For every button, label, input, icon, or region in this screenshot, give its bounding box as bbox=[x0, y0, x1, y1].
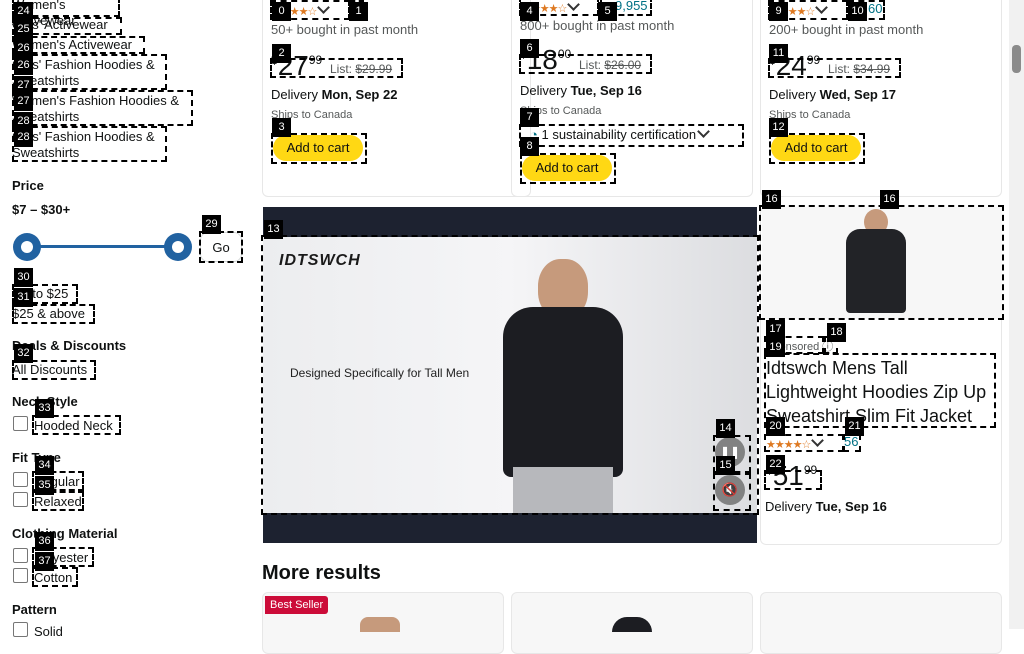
overlay-label: 29 bbox=[202, 215, 221, 234]
vertical-scrollbar[interactable] bbox=[1009, 0, 1024, 629]
overlay-label: 0 bbox=[272, 2, 291, 21]
checkbox-cotton[interactable] bbox=[13, 568, 28, 583]
overlay-label: 14 bbox=[716, 419, 735, 438]
delivery-info: Delivery Tue, Sep 16 bbox=[520, 83, 642, 98]
overlay-box bbox=[759, 205, 1004, 320]
best-seller-badge: Best Seller bbox=[265, 596, 329, 614]
delivery-info: Delivery Tue, Sep 16 bbox=[765, 499, 887, 514]
overlay-label: 26 bbox=[14, 56, 33, 75]
overlay-label: 36 bbox=[35, 532, 54, 551]
overlay-label: 32 bbox=[14, 344, 33, 363]
overlay-label: 37 bbox=[35, 552, 54, 571]
overlay-label: 10 bbox=[848, 2, 867, 21]
slider-min-handle[interactable] bbox=[13, 233, 41, 261]
overlay-label: 27 bbox=[14, 92, 33, 111]
slider-max-handle[interactable] bbox=[164, 233, 192, 261]
overlay-label: 7 bbox=[520, 108, 539, 127]
overlay-label: 13 bbox=[264, 220, 283, 239]
overlay-box bbox=[12, 126, 167, 162]
delivery-info: Delivery Wed, Sep 17 bbox=[769, 87, 896, 102]
more-results-heading: More results bbox=[262, 562, 381, 584]
overlay-label: 31 bbox=[14, 288, 33, 307]
overlay-label: 19 bbox=[766, 338, 785, 357]
overlay-box bbox=[520, 153, 616, 184]
checkbox-solid[interactable] bbox=[13, 622, 28, 637]
overlay-label: 9 bbox=[769, 2, 788, 21]
overlay-box bbox=[32, 415, 121, 435]
pattern-option-label: Solid bbox=[34, 624, 63, 639]
overlay-label: 15 bbox=[716, 456, 735, 475]
overlay-box bbox=[271, 133, 367, 164]
overlay-label: 18 bbox=[827, 323, 846, 342]
result-card-3[interactable] bbox=[760, 592, 1002, 654]
overlay-label: 6 bbox=[520, 39, 539, 58]
checkbox-hooded-neck[interactable] bbox=[13, 416, 28, 431]
overlay-label: 5 bbox=[598, 2, 617, 21]
overlay-box bbox=[519, 124, 744, 147]
overlay-label: 21 bbox=[845, 417, 864, 436]
delivery-info: Delivery Mon, Sep 22 bbox=[271, 87, 398, 102]
overlay-box bbox=[12, 54, 167, 90]
scrollbar-thumb[interactable] bbox=[1012, 45, 1021, 73]
overlay-box bbox=[12, 304, 95, 324]
bought-count: 50+ bought in past month bbox=[271, 22, 419, 37]
price-heading: Price bbox=[12, 178, 44, 193]
overlay-label: 16 bbox=[762, 190, 781, 209]
checkbox-relaxed[interactable] bbox=[13, 492, 28, 507]
overlay-label: 20 bbox=[766, 417, 785, 436]
overlay-label: 2 bbox=[272, 44, 291, 63]
overlay-label: 28 bbox=[14, 128, 33, 147]
overlay-box bbox=[769, 133, 865, 164]
overlay-label: 24 bbox=[14, 2, 33, 21]
overlay-box bbox=[261, 235, 759, 515]
overlay-label: 30 bbox=[14, 268, 33, 287]
material-heading: Clothing Material bbox=[12, 526, 118, 541]
overlay-box bbox=[12, 90, 193, 126]
slider-track bbox=[27, 245, 179, 248]
overlay-label: 11 bbox=[769, 44, 788, 63]
result-image bbox=[360, 617, 400, 632]
checkbox-regular[interactable] bbox=[13, 472, 28, 487]
overlay-box bbox=[764, 353, 996, 428]
overlay-label: 33 bbox=[35, 399, 54, 418]
overlay-label: 25 bbox=[14, 20, 33, 39]
overlay-label: 16 bbox=[880, 190, 899, 209]
checkbox-polyester[interactable] bbox=[13, 548, 28, 563]
overlay-label: 22 bbox=[766, 455, 785, 474]
overlay-box bbox=[713, 473, 751, 511]
price-range-display: $7 – $30+ bbox=[12, 202, 71, 217]
overlay-label: 4 bbox=[520, 2, 539, 21]
result-image bbox=[612, 617, 652, 632]
bought-count: 200+ bought in past month bbox=[769, 22, 924, 37]
overlay-label: 1 bbox=[349, 2, 368, 21]
overlay-box bbox=[12, 360, 96, 380]
overlay-box bbox=[199, 231, 243, 263]
overlay-box bbox=[764, 434, 844, 452]
pattern-heading: Pattern bbox=[12, 602, 57, 617]
overlay-label: 8 bbox=[520, 137, 539, 156]
overlay-label: 17 bbox=[766, 320, 785, 339]
overlay-label: 12 bbox=[769, 118, 788, 137]
overlay-box bbox=[843, 434, 861, 452]
overlay-label: 34 bbox=[35, 456, 54, 475]
overlay-label: 3 bbox=[272, 118, 291, 137]
overlay-label: 35 bbox=[35, 476, 54, 495]
